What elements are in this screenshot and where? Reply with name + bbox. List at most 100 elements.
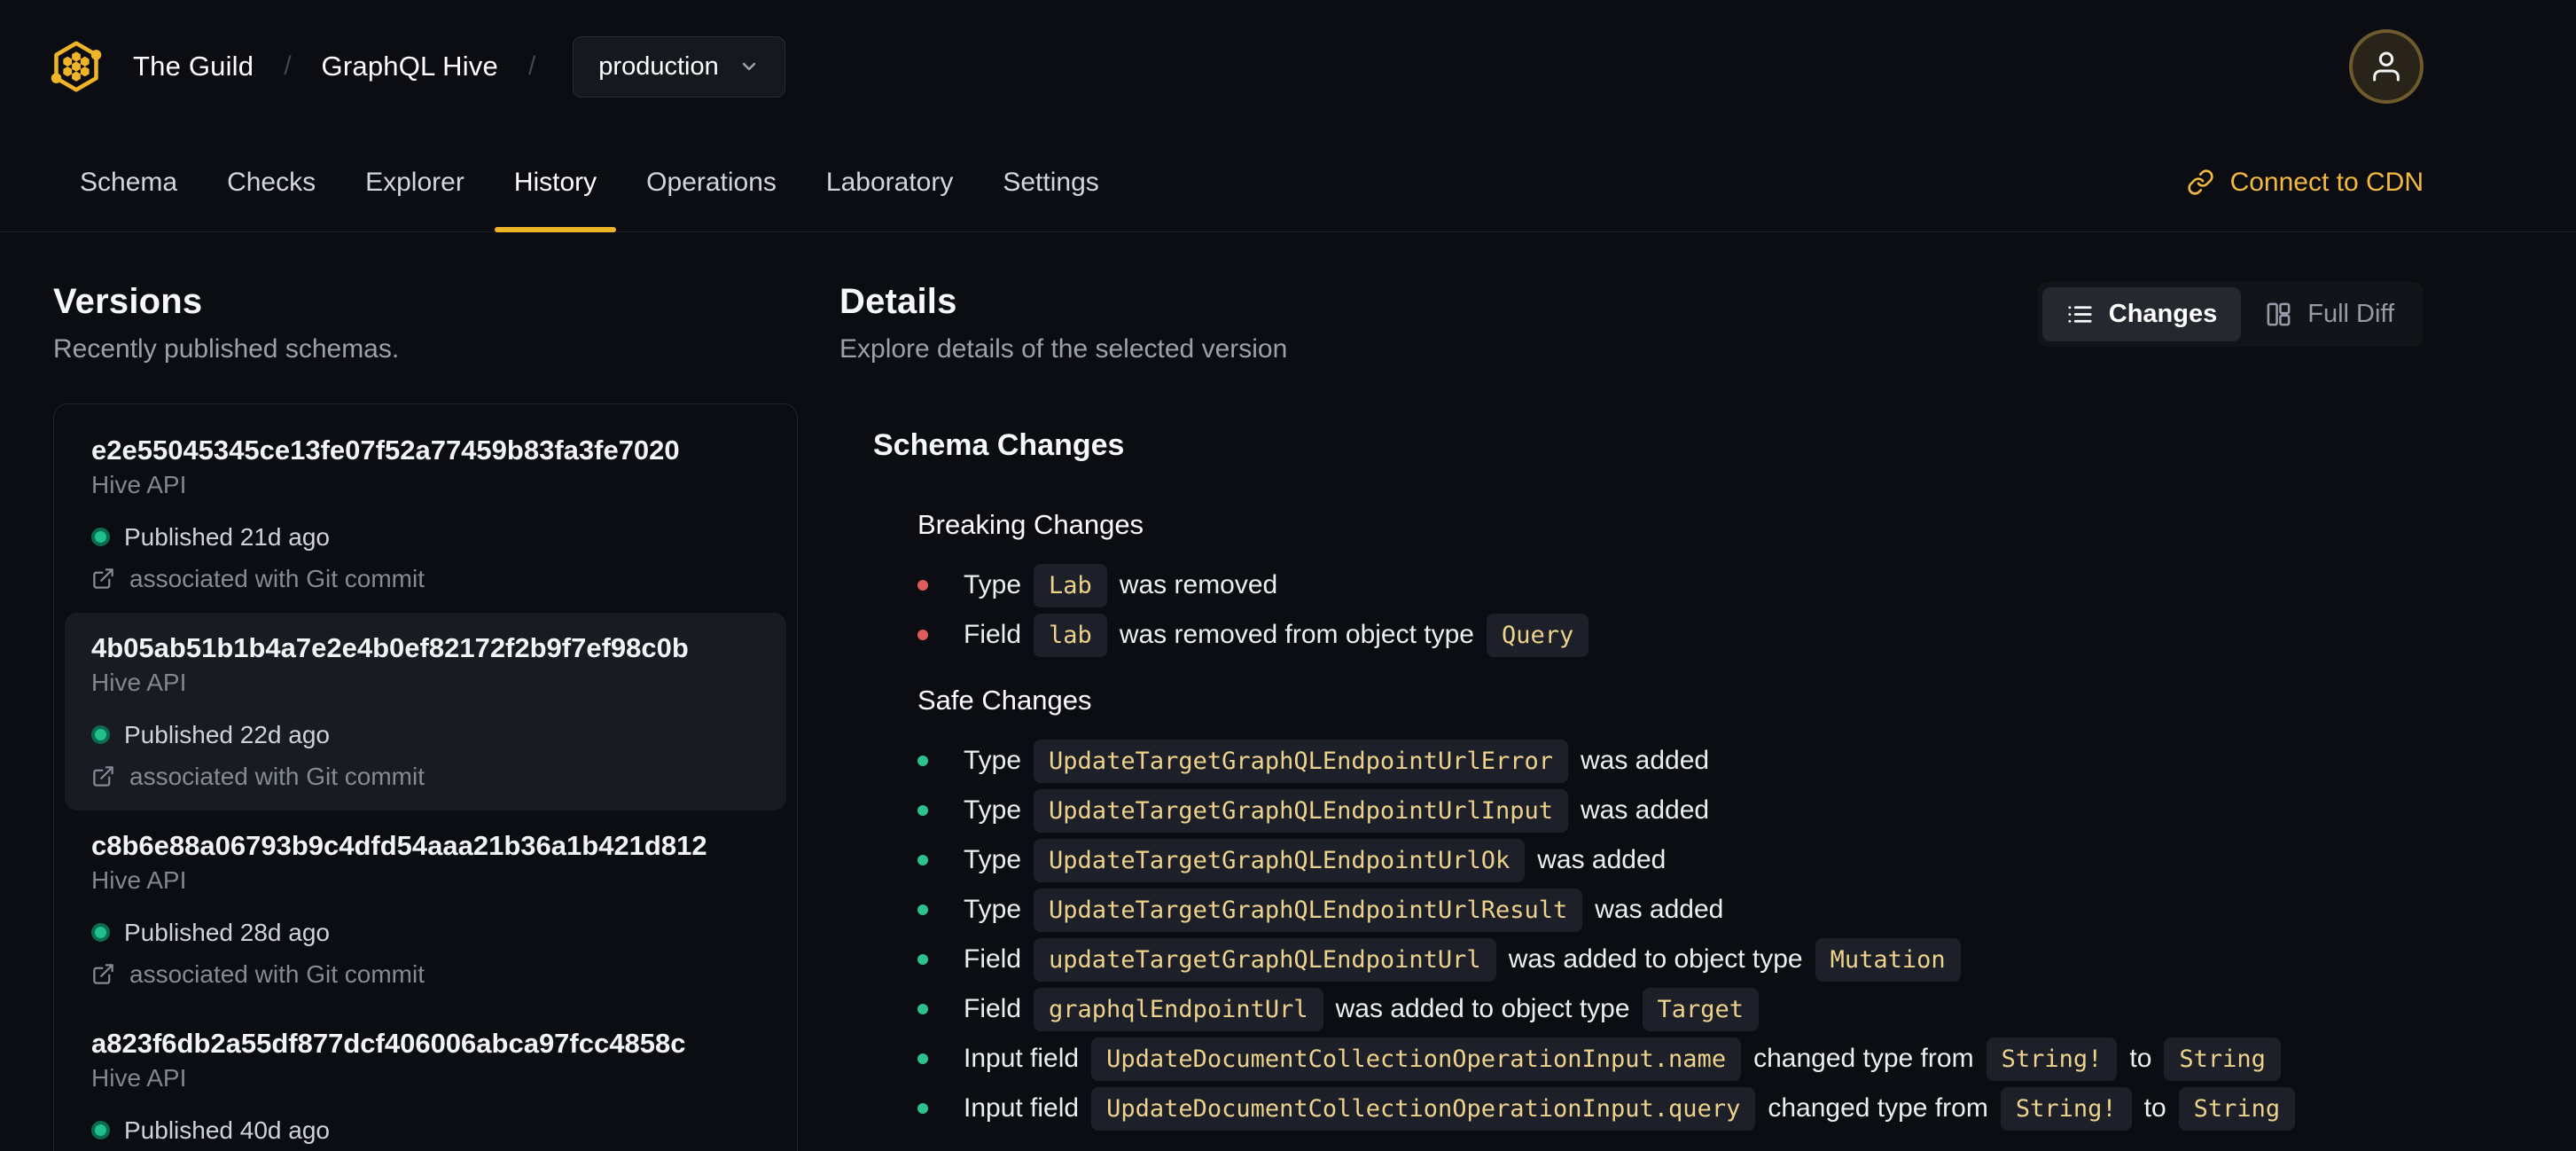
changes-view-label: Changes	[2108, 300, 2218, 328]
schema-code-chip: String!	[2000, 1086, 2132, 1131]
tab-explorer[interactable]: Explorer	[340, 133, 489, 231]
versions-subtitle: Recently published schemas.	[53, 334, 400, 364]
chevron-down-icon	[742, 62, 755, 71]
changes-view-button[interactable]: Changes	[2041, 287, 2242, 341]
details-title: Details	[839, 282, 957, 321]
change-text: was added	[1537, 845, 1667, 874]
change-group-breaking: Breaking Changes Type Lab was removed Field l…	[873, 509, 2424, 660]
schema-code-chip: Target	[1642, 987, 1760, 1031]
environment-dropdown[interactable]: production	[573, 35, 785, 98]
version-item[interactable]: 4b05ab51b1b4a7e2e4b0ef82172f2b9f7ef98c0b…	[65, 613, 786, 810]
hive-logo-icon[interactable]	[50, 40, 103, 93]
view-toggle: Changes Full Diff	[2036, 282, 2424, 347]
user-avatar-button[interactable]	[2349, 29, 2424, 104]
details-subtitle: Explore details of the selected version	[839, 334, 1288, 364]
tab-label: History	[513, 167, 597, 197]
published-dot-icon	[91, 923, 110, 942]
user-icon	[2373, 51, 2400, 82]
change-text: Field	[964, 994, 1022, 1023]
versions-title: Versions	[53, 282, 203, 321]
breadcrumb-project[interactable]: GraphQL Hive	[322, 51, 498, 82]
change-text: to	[2143, 1093, 2166, 1123]
tab-settings[interactable]: Settings	[978, 133, 1123, 231]
tab-label: Operations	[646, 167, 777, 197]
version-hash: 4b05ab51b1b4a7e2e4b0ef82172f2b9f7ef98c0b	[91, 632, 689, 663]
version-item[interactable]: c8b6e88a06793b9c4dfd54aaa21b36a1b421d812…	[65, 810, 786, 1008]
breadcrumb-org[interactable]: The Guild	[133, 51, 254, 82]
tab-bar: Schema Checks Explorer History Operations Lab…	[0, 133, 2576, 232]
safe-bullet-dot	[917, 1004, 928, 1014]
tab-label: Laboratory	[825, 167, 954, 197]
change-text: Input field	[964, 1044, 1080, 1073]
tab-checks[interactable]: Checks	[202, 133, 340, 231]
connect-to-cdn-label: Connect to CDN	[2229, 167, 2424, 197]
change-text: was removed	[1119, 570, 1278, 599]
tab-label: Schema	[80, 167, 178, 197]
version-item[interactable]: a823f6db2a55df877dcf406006abca97fcc4858c…	[65, 1008, 786, 1151]
change-text: Type	[964, 895, 1022, 924]
change-text: was added to object type	[1508, 944, 1803, 974]
connect-to-cdn-link[interactable]: Connect to CDN	[2187, 168, 2424, 198]
published-text: Published 28d ago	[124, 919, 330, 946]
tab-schema[interactable]: Schema	[55, 133, 202, 231]
published-status: Published 40d ago	[91, 1116, 760, 1145]
git-commit-text: associated with Git commit	[129, 565, 425, 592]
tab-label: Settings	[1003, 167, 1099, 197]
change-text: was added	[1581, 746, 1710, 775]
change-text: Type	[964, 570, 1022, 599]
schema-code-chip: UpdateDocumentCollectionOperationInput.n…	[1091, 1037, 1742, 1081]
schema-code-chip: UpdateDocumentCollectionOperationInput.q…	[1091, 1086, 1756, 1131]
change-item: Field graphqlEndpointUrl was added to obje…	[917, 984, 2424, 1034]
details-heading-block: Details Explore details of the selected …	[839, 282, 1287, 364]
schema-code-chip: updateTargetGraphQLEndpointUrl	[1034, 937, 1496, 982]
versions-list: e2e55045345ce13fe07f52a77459b83fa3fe7020…	[53, 403, 798, 1151]
change-item: Input field UpdateDocumentCollectionOpera…	[917, 1034, 2424, 1084]
columns-icon	[2267, 302, 2291, 326]
published-status: Published 21d ago	[91, 522, 760, 552]
change-group-title: Safe Changes	[917, 685, 1092, 716]
git-commit-link[interactable]: associated with Git commit	[91, 959, 760, 989]
version-service: Hive API	[91, 669, 187, 696]
version-item[interactable]: e2e55045345ce13fe07f52a77459b83fa3fe7020…	[65, 415, 786, 613]
change-item: Type Lab was removed	[917, 560, 2424, 610]
change-text: was removed from object type	[1119, 620, 1474, 649]
change-text: Type	[964, 746, 1022, 775]
change-item: Field lab was removed from object type Quer…	[917, 610, 2424, 660]
published-text: Published 40d ago	[124, 1116, 330, 1144]
full-diff-view-label: Full Diff	[2307, 300, 2394, 328]
version-service: Hive API	[91, 1064, 187, 1092]
schema-code-chip: UpdateTargetGraphQLEndpointUrlOk	[1034, 838, 1526, 882]
main-content: Versions Recently published schemas. e2e…	[0, 232, 2576, 1151]
change-item: Type UpdateTargetGraphQLEndpointUrlOk was …	[917, 835, 2424, 885]
change-item: Type UpdateTargetGraphQLEndpointUrlError w…	[917, 736, 2424, 786]
change-text: Field	[964, 620, 1022, 649]
schema-code-chip: Lab	[1034, 563, 1107, 607]
external-link-icon	[93, 568, 113, 589]
published-status: Published 22d ago	[91, 720, 760, 749]
details-header: Details Explore details of the selected …	[839, 282, 2424, 364]
git-commit-link[interactable]: associated with Git commit	[91, 762, 760, 791]
tab-laboratory[interactable]: Laboratory	[801, 133, 978, 231]
schema-code-chip: Mutation	[1815, 937, 1961, 982]
git-commit-link[interactable]: associated with Git commit	[91, 564, 760, 593]
change-list: Type UpdateTargetGraphQLEndpointUrlError w…	[917, 736, 2424, 1133]
link-icon	[2187, 169, 2213, 195]
change-text: Field	[964, 944, 1022, 974]
breaking-bullet-dot	[917, 630, 928, 640]
change-text: Input field	[964, 1093, 1080, 1123]
change-list: Type Lab was removed Field lab was removed fr…	[917, 560, 2424, 660]
safe-bullet-dot	[917, 954, 928, 965]
schema-changes-section: Schema Changes Breaking Changes Type Lab wa…	[839, 428, 2424, 1133]
published-text: Published 22d ago	[124, 721, 330, 748]
list-icon	[2068, 306, 2092, 323]
safe-bullet-dot	[917, 756, 928, 766]
tab-operations[interactable]: Operations	[621, 133, 801, 231]
change-item: Field updateTargetGraphQLEndpointUrl was a…	[917, 935, 2424, 984]
full-diff-view-button[interactable]: Full Diff	[2241, 287, 2418, 341]
breadcrumb: The Guild / GraphQL Hive / production	[50, 35, 785, 98]
tab-label: Checks	[227, 167, 316, 197]
change-text: Type	[964, 795, 1022, 825]
safe-bullet-dot	[917, 1103, 928, 1114]
environment-dropdown-value: production	[598, 51, 719, 81]
tab-history[interactable]: History	[489, 133, 621, 232]
